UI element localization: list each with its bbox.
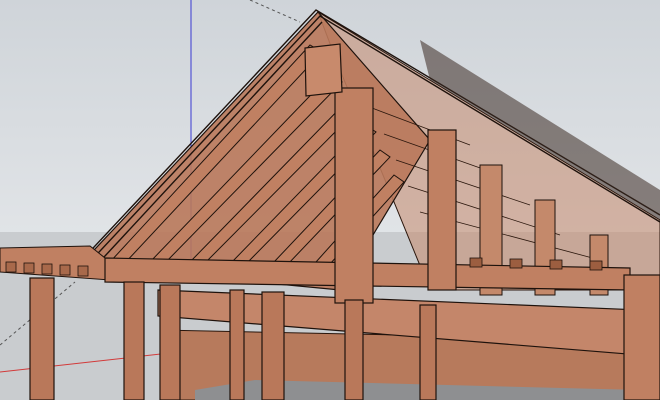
wall-stud [344,299,364,400]
porch-post [29,277,55,400]
king-post [334,87,374,304]
wall-stud [229,289,245,400]
corner-post-right [623,274,660,400]
front-post [159,284,181,400]
sketchup-3d-viewport[interactable] [0,0,660,400]
queen-post [427,129,457,291]
front-post [123,281,145,400]
timber-frame-model[interactable] [0,0,660,400]
ridge-beam-end [304,43,343,97]
wall-stud [261,291,285,400]
wall-stud [419,304,437,400]
